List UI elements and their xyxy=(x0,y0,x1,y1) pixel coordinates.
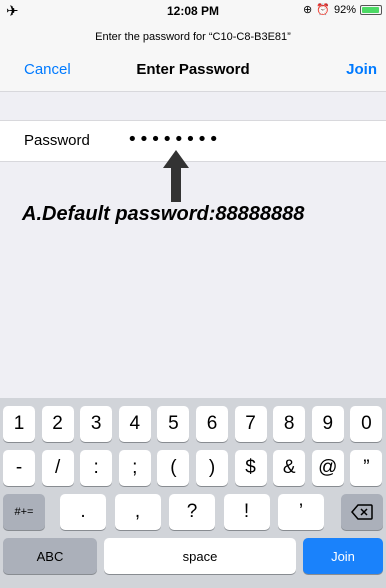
key-punct-4[interactable]: ! xyxy=(223,494,270,530)
key-symbol-8[interactable]: & xyxy=(273,450,306,486)
key-6[interactable]: 6 xyxy=(196,406,228,442)
password-input[interactable]: •••••••• xyxy=(127,129,220,150)
key-symbol-10[interactable]: ” xyxy=(350,450,383,486)
abc-key[interactable]: ABC xyxy=(3,538,97,574)
key-punct-1[interactable]: . xyxy=(60,494,106,530)
key-punct-3[interactable]: ? xyxy=(169,494,215,530)
delete-key[interactable] xyxy=(341,494,383,530)
join-prompt: Enter the password for “C10-C8-B3E81” xyxy=(95,31,291,43)
key-8[interactable]: 8 xyxy=(273,406,306,442)
key-9[interactable]: 9 xyxy=(311,406,344,442)
key-symbol-1[interactable]: - xyxy=(3,450,35,486)
key-symbol-3[interactable]: : xyxy=(80,450,113,486)
join-button[interactable]: Join xyxy=(346,61,377,78)
key-7[interactable]: 7 xyxy=(234,406,267,442)
key-punct-2[interactable]: , xyxy=(114,494,161,530)
key-symbol-6[interactable]: ) xyxy=(196,450,228,486)
key-10[interactable]: 0 xyxy=(350,406,383,442)
rotation-lock-icon: ⊕ xyxy=(303,4,313,16)
key-symbol-4[interactable]: ; xyxy=(118,450,151,486)
key-5[interactable]: 5 xyxy=(157,406,190,442)
keyboard: 1 2 3 4 5 6 7 8 9 0 - /:;() $ & @” #+=.,?!’ ABC space Join xyxy=(0,398,386,588)
battery-percent: 92% xyxy=(333,4,356,16)
key-symbol-7[interactable]: $ xyxy=(234,450,267,486)
top-bar: ✈ 12:08 PM ⊕ ⏰ 92% Enter the password fo… xyxy=(0,0,386,92)
password-label: Password xyxy=(24,132,90,149)
alarm-icon: ⏰ xyxy=(316,4,330,16)
key-4[interactable]: 4 xyxy=(118,406,151,442)
key-symbol-9[interactable]: @ xyxy=(311,450,344,486)
key-1[interactable]: 1 xyxy=(3,406,35,442)
symbols-toggle-key[interactable]: #+= xyxy=(3,494,45,530)
key-punct-5[interactable]: ’ xyxy=(278,494,324,530)
password-field[interactable]: Password •••••••• xyxy=(0,120,386,162)
key-3[interactable]: 3 xyxy=(80,406,113,442)
key-symbol-2[interactable]: / xyxy=(41,450,74,486)
status-bar: ✈ 12:08 PM ⊕ ⏰ 92% xyxy=(0,0,386,22)
page-title: Enter Password xyxy=(136,61,250,78)
status-right: ⊕ ⏰ 92% xyxy=(303,4,382,16)
battery-icon xyxy=(360,5,382,15)
default-password-annotation: A.Default password:88888888 xyxy=(22,203,305,225)
key-2[interactable]: 2 xyxy=(41,406,74,442)
key-symbol-5[interactable]: ( xyxy=(157,450,190,486)
join-key[interactable]: Join xyxy=(303,538,383,574)
up-arrow-icon xyxy=(163,150,189,202)
space-key[interactable]: space xyxy=(104,538,296,574)
backspace-icon xyxy=(351,504,373,520)
